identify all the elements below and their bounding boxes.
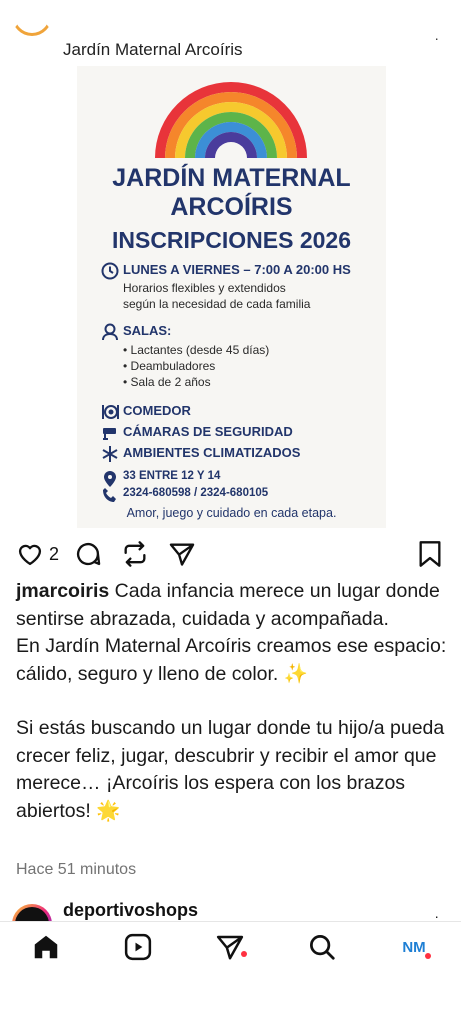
caption-text: En Jardín Maternal Arcoíris creamos ese …	[16, 635, 447, 685]
feature-climate: AMBIENTES CLIMATIZADOS	[123, 445, 301, 460]
feature-dining: COMEDOR	[123, 403, 191, 418]
post-caption: jmarcoiris Cada infancia merece un lugar…	[16, 578, 452, 825]
more-options-icon[interactable]: ·	[434, 908, 439, 922]
next-post-header: deportivoshops ·	[0, 896, 461, 922]
rainbow-graphic	[155, 82, 307, 158]
comment-icon[interactable]	[74, 540, 102, 568]
search-icon[interactable]	[307, 932, 337, 962]
clock-icon	[101, 262, 119, 280]
phones-text: 2324-680598 / 2324-680105	[123, 487, 269, 499]
phone-icon	[103, 488, 116, 502]
more-options-icon[interactable]: ·	[434, 30, 439, 46]
messages-icon[interactable]	[215, 932, 245, 962]
rooms-item: • Sala de 2 años	[123, 375, 211, 389]
messages-notification-dot	[241, 951, 247, 957]
feature-cameras: CÁMARAS DE SEGURIDAD	[123, 424, 293, 439]
camera-icon	[103, 428, 116, 440]
rooms-label: SALAS:	[123, 323, 172, 338]
bottom-navigation: NM	[0, 921, 461, 972]
poster-title-name: ARCOÍRIS	[170, 193, 293, 221]
rooms-item: • Deambuladores	[123, 359, 216, 373]
post-account-name[interactable]: Jardín Maternal Arcoíris	[63, 40, 243, 60]
snowflake-icon	[102, 446, 118, 462]
rooms-item: • Lactantes (desde 45 días)	[123, 343, 270, 357]
schedule-sub-2: según la necesidad de cada familia	[123, 297, 311, 311]
poster-footer: Amor, juego y cuidado en cada etapa.	[126, 506, 337, 520]
post-timestamp: Hace 51 minutos	[16, 861, 137, 878]
share-icon[interactable]	[168, 540, 196, 568]
next-post-account-name[interactable]: deportivoshops	[63, 900, 198, 921]
heart-icon[interactable]	[16, 540, 44, 568]
child-icon	[102, 323, 118, 341]
poster-subtitle: INSCRIPCIONES 2026	[111, 227, 352, 253]
profile-notification-dot	[425, 953, 431, 959]
caption-text: Si estás buscando un lugar donde tu hijo…	[16, 717, 445, 822]
repost-icon[interactable]	[121, 540, 149, 568]
account-avatar[interactable]	[12, 18, 52, 58]
address-text: 33 ENTRE 12 Y 14	[123, 470, 221, 482]
schedule-sub-1: Horarios flexibles y extendidos	[123, 281, 286, 295]
post-header: Jardín Maternal Arcoíris ·	[0, 0, 461, 64]
dining-icon	[102, 405, 119, 419]
next-post-avatar[interactable]	[12, 904, 52, 922]
bookmark-icon[interactable]	[417, 540, 443, 568]
post-image[interactable]: JARDÍN MATERNAL ARCOÍRIS INSCRIPCIONES 2…	[77, 66, 386, 528]
reels-icon[interactable]	[123, 932, 153, 962]
caption-username[interactable]: jmarcoiris	[16, 580, 109, 602]
home-icon[interactable]	[31, 932, 61, 962]
post-actions: 2	[0, 536, 461, 572]
like-count[interactable]: 2	[49, 544, 59, 565]
schedule-text: LUNES A VIERNES – 7:00 A 20:00 HS	[123, 262, 351, 277]
poster-title: JARDÍN MATERNAL	[112, 164, 351, 192]
